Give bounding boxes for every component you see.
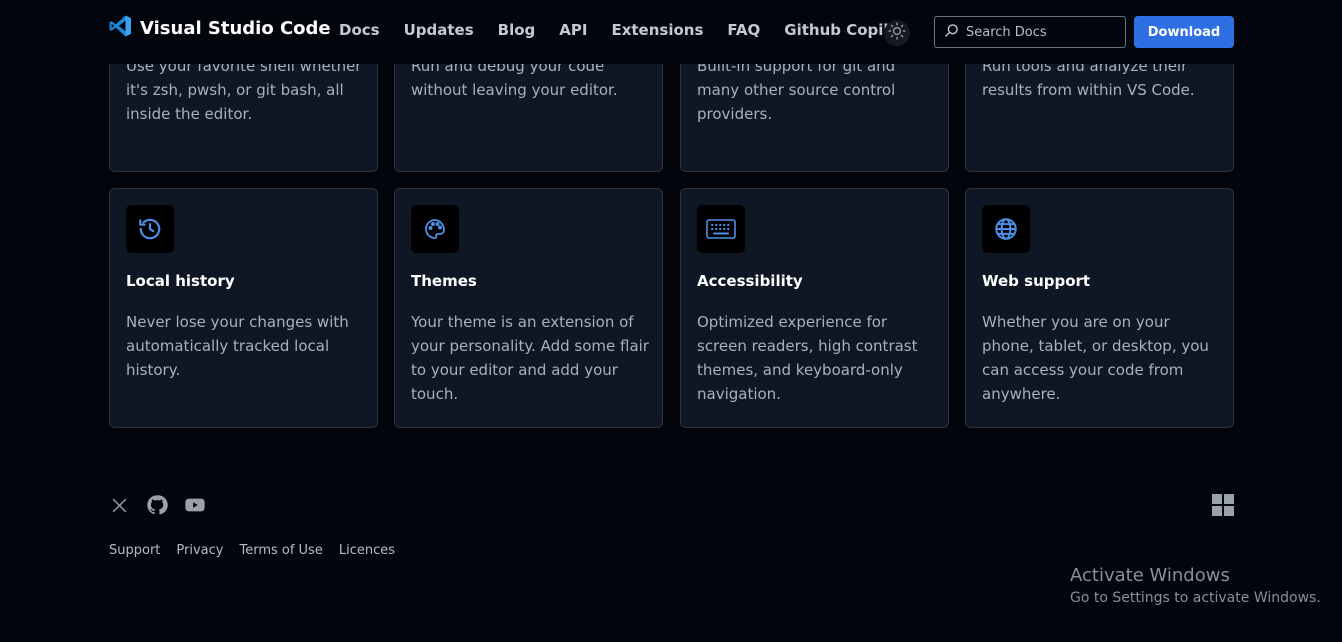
nav-faq[interactable]: FAQ <box>727 21 760 39</box>
nav-extensions[interactable]: Extensions <box>611 21 703 39</box>
footer-link-support[interactable]: Support <box>109 543 160 558</box>
search-box[interactable] <box>934 16 1126 48</box>
card-description: Optimized experience for screen readers,… <box>697 313 918 403</box>
top-navbar: Visual Studio Code Docs Updates Blog API… <box>0 0 1342 64</box>
card-description: Your theme is an extension of your perso… <box>411 313 649 403</box>
brand-title: Visual Studio Code <box>140 17 331 39</box>
card-title: Local history <box>126 272 235 290</box>
keyboard-icon <box>697 205 745 253</box>
card-description: Use your favorite shell whether it's zsh… <box>126 57 362 123</box>
footer-link-terms[interactable]: Terms of Use <box>239 543 322 558</box>
nav-updates[interactable]: Updates <box>404 21 474 39</box>
search-input[interactable] <box>966 24 1116 40</box>
brand-link[interactable]: Visual Studio Code <box>108 14 331 42</box>
activate-windows-watermark: Activate Windows Go to Settings to activ… <box>1070 565 1321 606</box>
footer-link-privacy[interactable]: Privacy <box>176 543 223 558</box>
feature-card-themes: Themes Your theme is an extension of you… <box>394 188 663 428</box>
sun-icon <box>888 22 906 44</box>
youtube-icon[interactable] <box>184 494 206 516</box>
card-description: Built-in support for git and many other … <box>697 57 896 123</box>
main-nav: Docs Updates Blog API Extensions FAQ Git… <box>339 21 906 39</box>
activate-subtitle: Go to Settings to activate Windows. <box>1070 590 1321 606</box>
feature-card-local-history: Local history Never lose your changes wi… <box>109 188 378 428</box>
palette-icon <box>411 205 459 253</box>
download-button[interactable]: Download <box>1134 16 1234 48</box>
card-title: Web support <box>982 272 1091 290</box>
globe-icon <box>982 205 1030 253</box>
x-icon[interactable] <box>108 494 130 516</box>
social-links <box>108 494 206 516</box>
activate-title: Activate Windows <box>1070 565 1230 586</box>
search-icon <box>944 23 959 42</box>
feature-card-web-support: Web support Whether you are on your phon… <box>965 188 1234 428</box>
github-icon[interactable] <box>146 494 168 516</box>
microsoft-logo-icon[interactable] <box>1212 494 1234 520</box>
footer-links: Support Privacy Terms of Use Licences <box>109 543 395 558</box>
card-description: Whether you are on your phone, tablet, o… <box>982 313 1209 403</box>
history-icon <box>126 205 174 253</box>
card-title: Accessibility <box>697 272 803 290</box>
nav-api[interactable]: API <box>559 21 587 39</box>
card-title: Themes <box>411 272 477 290</box>
nav-docs[interactable]: Docs <box>339 21 380 39</box>
card-description: Never lose your changes with automatical… <box>126 313 349 379</box>
footer-link-licences[interactable]: Licences <box>339 543 395 558</box>
feature-card-accessibility: Accessibility Optimized experience for s… <box>680 188 949 428</box>
theme-toggle-button[interactable] <box>884 20 910 46</box>
vscode-logo-icon <box>108 14 132 42</box>
nav-blog[interactable]: Blog <box>498 21 536 39</box>
